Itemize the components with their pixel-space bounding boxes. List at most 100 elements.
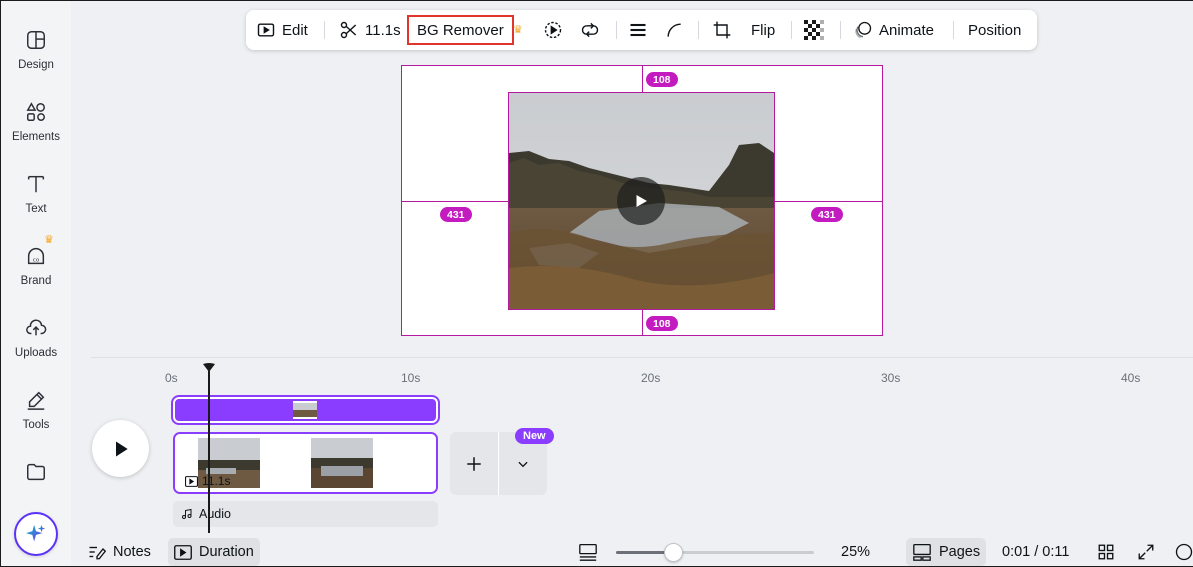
page-view-icon xyxy=(579,543,597,561)
spacing-badge-left: 431 xyxy=(440,207,472,222)
audio-label: Audio xyxy=(199,507,231,521)
edit-label: Edit xyxy=(282,21,308,39)
video-duration-icon xyxy=(174,544,192,560)
scissors-icon xyxy=(340,21,357,39)
elements-icon xyxy=(26,102,45,121)
add-page-button[interactable] xyxy=(450,432,498,495)
sidebar-item-tools[interactable]: Tools xyxy=(1,375,71,437)
design-page[interactable]: 108 108 431 431 xyxy=(401,65,883,336)
divider xyxy=(324,21,325,39)
help-button[interactable] xyxy=(1169,538,1193,566)
duration-label: Duration xyxy=(199,544,254,560)
crop-button[interactable] xyxy=(712,10,732,50)
brand-icon: co xyxy=(27,248,45,265)
zoom-percentage[interactable]: 25% xyxy=(835,538,876,566)
notes-label: Notes xyxy=(113,544,151,560)
projects-icon xyxy=(27,463,45,481)
magic-sparkle-icon xyxy=(25,524,46,542)
divider xyxy=(616,21,617,39)
page-view-button[interactable] xyxy=(572,538,604,566)
position-button[interactable]: Position xyxy=(968,10,1021,50)
text-icon xyxy=(27,175,45,193)
zoom-label: 25% xyxy=(841,544,871,560)
uploads-icon xyxy=(26,319,47,336)
bg-remover-label: BG Remover xyxy=(417,21,504,39)
grid-icon xyxy=(1098,544,1114,560)
animate-button[interactable]: Animate xyxy=(853,10,934,50)
divider xyxy=(791,21,792,39)
ruler-label: 0s xyxy=(165,371,178,385)
editor-main: Edit 11.1s BG Remover ♛ Flip Animate Pos… xyxy=(71,1,1193,566)
edit-button[interactable]: Edit xyxy=(256,10,308,50)
sidebar-item-elements[interactable]: Elements xyxy=(1,87,71,149)
context-toolbar: Edit 11.1s BG Remover ♛ Flip Animate Pos… xyxy=(246,10,1037,50)
pages-icon xyxy=(913,543,931,561)
zoom-slider[interactable] xyxy=(616,543,814,562)
design-icon xyxy=(27,31,45,49)
playhead[interactable] xyxy=(208,371,210,533)
animate-icon xyxy=(855,21,872,39)
svg-text:co: co xyxy=(33,258,40,264)
transparency-button[interactable] xyxy=(804,10,824,50)
trim-duration: 11.1s xyxy=(365,21,401,39)
pages-button[interactable]: Pages xyxy=(906,538,987,566)
play-circle-icon xyxy=(544,21,562,39)
sidebar-item-brand[interactable]: co Brand ♛ xyxy=(1,231,71,293)
play-button[interactable] xyxy=(92,420,149,477)
playback-button[interactable] xyxy=(543,10,563,50)
ruler-label: 10s xyxy=(401,371,421,385)
timeline-divider xyxy=(91,357,1193,358)
spacing-badge-right: 431 xyxy=(811,207,843,222)
tools-icon xyxy=(27,391,45,410)
sidebar-item-text[interactable]: Text xyxy=(1,159,71,221)
flip-label: Flip xyxy=(751,21,776,39)
spacing-badge-bottom: 108 xyxy=(646,316,678,331)
sidebar-item-label: Uploads xyxy=(14,347,58,359)
position-label: Position xyxy=(968,21,1022,39)
zoom-slider-fill xyxy=(616,551,666,554)
sidebar: Design Elements Text co Brand ♛ Uploads … xyxy=(1,1,71,566)
video-play-overlay[interactable] xyxy=(617,177,665,225)
clip-duration-label: 11.1s xyxy=(202,474,231,488)
loop-icon xyxy=(581,22,599,38)
bg-remover-button[interactable]: BG Remover xyxy=(407,15,514,45)
sidebar-item-label: Design xyxy=(18,59,54,71)
duration-button[interactable]: Duration xyxy=(168,538,260,566)
video-clip-track[interactable]: 11.1s xyxy=(173,432,438,494)
ruler-label: 20s xyxy=(641,371,661,385)
divider xyxy=(840,21,841,39)
new-badge: New xyxy=(515,428,554,444)
sidebar-item-design[interactable]: Design xyxy=(1,15,71,77)
video-element[interactable] xyxy=(508,92,775,310)
magic-button[interactable] xyxy=(14,512,58,556)
crown-icon: ♛ xyxy=(513,24,523,36)
notes-icon xyxy=(89,546,106,560)
page-track[interactable] xyxy=(171,395,440,425)
transparency-icon xyxy=(804,20,824,40)
flip-button[interactable]: Flip xyxy=(751,10,775,50)
audio-track[interactable]: Audio xyxy=(173,501,438,527)
sidebar-item-label: Brand xyxy=(20,275,52,287)
sidebar-item-label: Elements xyxy=(12,131,60,143)
fullscreen-button[interactable] xyxy=(1131,538,1161,566)
sidebar-item-label: Tools xyxy=(22,419,50,431)
trim-button[interactable]: 11.1s xyxy=(339,10,401,50)
ruler-label: 40s xyxy=(1121,371,1141,385)
sidebar-item-uploads[interactable]: Uploads xyxy=(1,303,71,365)
corner-rounding-icon xyxy=(667,23,681,37)
time-label: 0:01 / 0:11 xyxy=(1002,544,1070,560)
grid-view-button[interactable] xyxy=(1091,538,1121,566)
divider xyxy=(953,21,954,39)
corner-rounding-button[interactable] xyxy=(664,10,684,50)
sidebar-item-projects[interactable] xyxy=(1,447,71,509)
crop-icon xyxy=(713,21,731,39)
notes-button[interactable]: Notes xyxy=(82,538,157,566)
loop-button[interactable] xyxy=(580,10,600,50)
zoom-slider-handle[interactable] xyxy=(664,543,683,562)
plus-icon xyxy=(467,456,481,471)
border-style-button[interactable] xyxy=(628,10,648,50)
spacing-badge-top: 108 xyxy=(646,72,678,87)
video-icon xyxy=(185,475,198,487)
page-thumbnail xyxy=(293,401,317,419)
crown-icon: ♛ xyxy=(44,234,54,246)
